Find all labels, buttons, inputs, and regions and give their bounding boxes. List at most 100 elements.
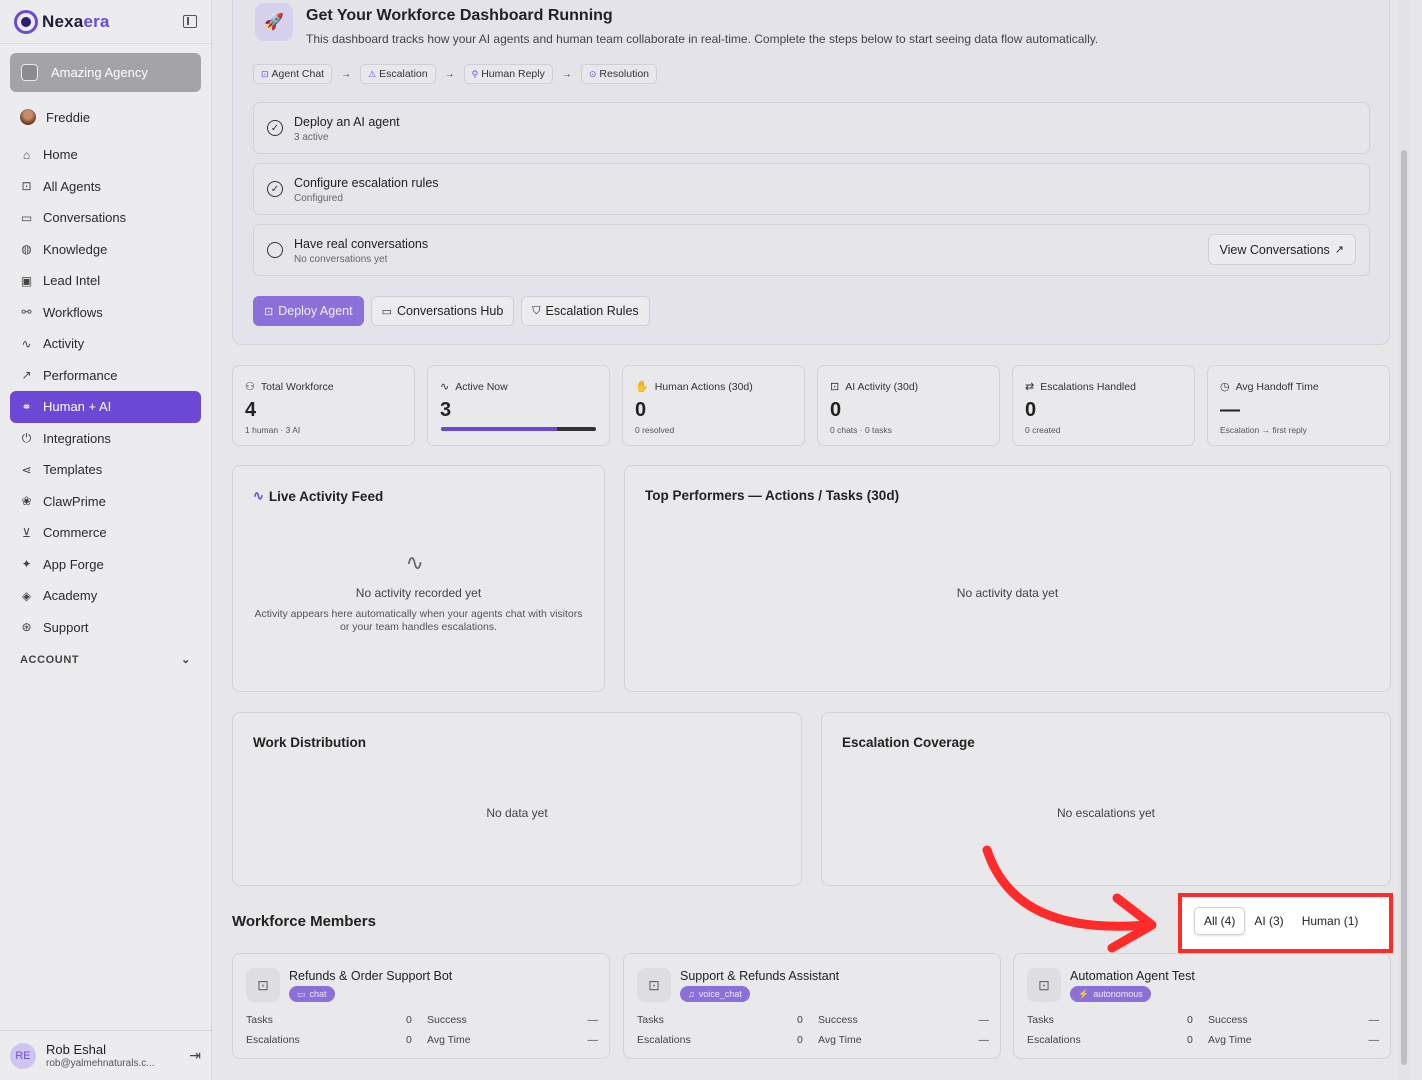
escalations-label: Escalations bbox=[637, 1034, 691, 1046]
sidebar-item-human-ai[interactable]: ⚭ Human + AI bbox=[10, 391, 201, 423]
member-name: Support & Refunds Assistant bbox=[680, 969, 840, 983]
stat-label-row: ⚇ Total Workforce bbox=[245, 380, 334, 394]
success-label: Success bbox=[1208, 1014, 1248, 1026]
robot-icon: ⊡ bbox=[830, 381, 840, 393]
sidebar-item-label: ClawPrime bbox=[43, 493, 106, 509]
filter-human-button[interactable]: Human (1) bbox=[1293, 907, 1368, 935]
success-value: — bbox=[978, 1014, 990, 1026]
panel-title: Live Activity Feed bbox=[268, 488, 384, 504]
filter-ai-button[interactable]: AI (3) bbox=[1245, 907, 1292, 935]
brand-name[interactable]: Nexaera bbox=[42, 12, 110, 32]
sidebar: Nexaera Amazing Agency Freddie ⌂ Home ⊡ All… bbox=[0, 0, 212, 1080]
chevron-down-icon: ⌄ bbox=[181, 654, 191, 666]
step-subtitle: No conversations yet bbox=[294, 254, 388, 265]
stat-label: Avg Handoff Time bbox=[1235, 380, 1319, 393]
active-progress-fill bbox=[441, 427, 558, 431]
scrollbar[interactable] bbox=[1398, 0, 1410, 1080]
bottom-user-name: Rob Eshal bbox=[46, 1042, 106, 1057]
agency-name: Amazing Agency bbox=[51, 65, 148, 80]
escalations-label: Escalations bbox=[246, 1034, 300, 1046]
plug-icon: ⏻ bbox=[21, 430, 32, 445]
trend-icon: ↗ bbox=[21, 368, 32, 383]
contact-icon: ▣ bbox=[20, 273, 33, 288]
sidebar-item-templates[interactable]: ⋖ Templates bbox=[10, 454, 201, 486]
success-label: Success bbox=[818, 1014, 858, 1026]
sidebar-item-activity[interactable]: ∿ Activity bbox=[10, 328, 201, 360]
bottom-user-info: Rob Eshal rob@yalmehnaturals.c... bbox=[46, 1042, 155, 1069]
escalation-rules-button[interactable]: ⛉ Escalation Rules bbox=[521, 296, 650, 326]
sidebar-item-integrations[interactable]: ⏻ Integrations bbox=[10, 423, 201, 455]
sidebar-item-lead-intel[interactable]: ▣ Lead Intel bbox=[10, 265, 201, 297]
sidebar-item-label: Conversations bbox=[43, 210, 127, 226]
view-conversations-button[interactable]: View Conversations ↗ bbox=[1207, 234, 1356, 265]
stat-sub: 0 resolved bbox=[635, 425, 675, 435]
check-circle-icon: ✓ bbox=[267, 120, 283, 136]
cart-icon: ⊻ bbox=[22, 525, 31, 540]
avatar bbox=[20, 109, 36, 125]
empty-message: No escalations yet bbox=[1056, 806, 1156, 820]
sidebar-user[interactable]: Freddie bbox=[0, 95, 211, 139]
sidebar-item-label: All Agents bbox=[43, 178, 101, 194]
sidebar-item-academy[interactable]: ◈ Academy bbox=[10, 580, 201, 612]
member-name: Refunds & Order Support Bot bbox=[289, 969, 453, 983]
step-real-conversations: Have real conversations No conversations… bbox=[253, 224, 1370, 276]
scrollbar-thumb[interactable] bbox=[1401, 150, 1407, 1065]
conversations-hub-button[interactable]: ▭ Conversations Hub bbox=[370, 296, 515, 326]
stat-escalations-handled: ⇄ Escalations Handled 0 0 created bbox=[1012, 365, 1195, 446]
member-type-badge: ♫ voice_chat bbox=[680, 986, 750, 1002]
sidebar-item-home[interactable]: ⌂ Home bbox=[10, 139, 201, 171]
robot-icon: ⊡ bbox=[637, 968, 671, 1002]
stat-label-row: ◷ Avg Handoff Time bbox=[1220, 380, 1319, 394]
sidebar-item-clawprime[interactable]: ❀ ClawPrime bbox=[10, 486, 201, 518]
avg-time-label: Avg Time bbox=[818, 1034, 862, 1046]
avg-time-label: Avg Time bbox=[1208, 1034, 1252, 1046]
sidebar-collapse-icon[interactable] bbox=[183, 15, 197, 28]
agency-switcher[interactable]: Amazing Agency bbox=[10, 53, 201, 92]
sidebar-item-conversations[interactable]: ▭ Conversations bbox=[10, 202, 201, 234]
home-icon: ⌂ bbox=[22, 147, 31, 162]
filter-highlight-box: All (4) AI (3) Human (1) bbox=[1178, 893, 1393, 953]
sidebar-item-all-agents[interactable]: ⊡ All Agents bbox=[10, 171, 201, 203]
step-deploy-agent: ✓ Deploy an AI agent 3 active bbox=[253, 102, 1370, 154]
robot-icon: ⊡ bbox=[21, 179, 32, 194]
bottom-user-card[interactable]: RE Rob Eshal rob@yalmehnaturals.c... ⇥ bbox=[0, 1030, 211, 1080]
sidebar-item-workflows[interactable]: ⚯ Workflows bbox=[10, 297, 201, 329]
rocket-icon: 🚀 bbox=[255, 3, 293, 41]
filter-all-button[interactable]: All (4) bbox=[1194, 907, 1246, 935]
stat-value: 0 bbox=[830, 399, 842, 421]
member-name: Automation Agent Test bbox=[1070, 969, 1195, 983]
brain-icon: ◍ bbox=[21, 242, 32, 257]
stat-value: 4 bbox=[245, 399, 257, 421]
annotation-arrow bbox=[982, 845, 1157, 953]
sidebar-item-performance[interactable]: ↗ Performance bbox=[10, 360, 201, 392]
tasks-label: Tasks bbox=[246, 1014, 273, 1026]
sidebar-item-support[interactable]: ⊛ Support bbox=[10, 612, 201, 644]
escalations-value: 0 bbox=[1187, 1034, 1193, 1046]
paw-icon: ❀ bbox=[21, 494, 32, 509]
member-card[interactable]: ⊡ Refunds & Order Support Bot ▭ chat Tasks 0 S… bbox=[232, 953, 610, 1059]
sidebar-item-label: Integrations bbox=[43, 430, 111, 446]
member-card[interactable]: ⊡ Automation Agent Test ⚡ autonomous Tasks 0 S… bbox=[1013, 953, 1391, 1059]
sidebar-item-app-forge[interactable]: ✦ App Forge bbox=[10, 549, 201, 581]
account-section-toggle[interactable]: ACCOUNT ⌄ bbox=[0, 653, 211, 667]
sidebar-item-knowledge[interactable]: ◍ Knowledge bbox=[10, 234, 201, 266]
logout-icon[interactable]: ⇥ bbox=[189, 1047, 201, 1064]
step-subtitle: 3 active bbox=[294, 132, 329, 143]
sidebar-item-label: Support bbox=[43, 619, 89, 635]
badge-icon: ▭ bbox=[297, 988, 306, 999]
pulse-icon: ∿ bbox=[405, 550, 424, 575]
lifebuoy-icon: ⊛ bbox=[21, 620, 32, 635]
check-circle-icon: ✓ bbox=[267, 181, 283, 197]
avg-time-value: — bbox=[1368, 1034, 1380, 1046]
deploy-agent-button[interactable]: ⊡ Deploy Agent bbox=[253, 296, 364, 326]
sidebar-item-commerce[interactable]: ⊻ Commerce bbox=[10, 517, 201, 549]
avg-time-label: Avg Time bbox=[427, 1034, 471, 1046]
flow-chip-label: Escalation bbox=[379, 68, 428, 80]
robot-icon: ⊡ bbox=[1027, 968, 1061, 1002]
building-icon bbox=[21, 64, 38, 81]
flow-chip: ⚠ Escalation bbox=[360, 64, 436, 84]
clock-icon: ◷ bbox=[1220, 381, 1230, 393]
robot-icon: ⊡ bbox=[246, 968, 280, 1002]
member-card[interactable]: ⊡ Support & Refunds Assistant ♫ voice_chat T… bbox=[623, 953, 1001, 1059]
warning-icon: ⚠ bbox=[368, 68, 377, 79]
